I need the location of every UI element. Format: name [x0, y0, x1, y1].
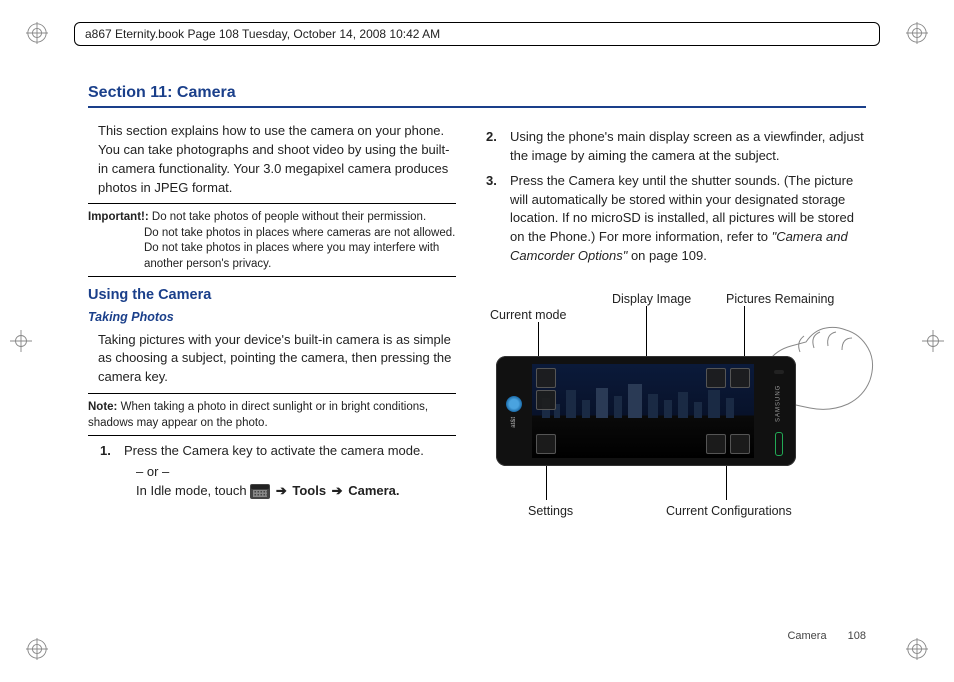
footer-section-label: Camera — [787, 630, 826, 642]
step-1-or: – or – — [136, 463, 456, 482]
hud-settings-icon — [536, 434, 556, 454]
crop-mark-icon — [26, 638, 48, 660]
intro-paragraph: This section explains how to use the cam… — [88, 122, 456, 197]
samsung-brand-text: SAMSUNG — [775, 384, 784, 421]
important-line-3: Do not take photos in places where you m… — [88, 241, 456, 272]
step-2-body: Using the phone's main display screen as… — [510, 128, 866, 166]
page-content: Section 11: Camera This section explains… — [88, 84, 866, 642]
step-number: 2. — [486, 128, 510, 166]
crop-mark-icon — [10, 330, 32, 352]
crop-mark-icon — [922, 330, 944, 352]
callout-settings: Settings — [528, 502, 573, 520]
important-block: Important!: Do not take photos of people… — [88, 210, 456, 272]
callout-display-image: Display Image — [612, 290, 691, 308]
taking-photos-body: Taking pictures with your device's built… — [88, 331, 456, 388]
hud-mode-icon — [536, 368, 556, 388]
skyline-graphic — [532, 388, 754, 418]
left-column: This section explains how to use the cam… — [88, 122, 456, 526]
note-body: When taking a photo in direct sunlight o… — [88, 401, 428, 429]
important-label: Important!: — [88, 211, 149, 223]
thin-divider — [88, 435, 456, 436]
home-button-icon — [775, 432, 783, 456]
important-line-2: Do not take photos in places where camer… — [88, 226, 456, 242]
hud-config-icon — [730, 434, 750, 454]
right-column: 2. Using the phone's main display screen… — [486, 122, 866, 526]
hud-shooting-mode-icon — [536, 390, 556, 410]
heading-using-camera: Using the Camera — [88, 285, 456, 306]
step-1-alt: In Idle mode, touch ➔ Tools ➔ Camera. — [136, 482, 456, 501]
callout-current-config: Current Configurations — [666, 502, 792, 520]
crop-mark-icon — [906, 638, 928, 660]
callout-line — [646, 306, 647, 362]
hud-config2-icon — [706, 434, 726, 454]
arrow-icon: ➔ — [274, 483, 289, 498]
section-title: Section 11: Camera — [88, 84, 866, 106]
arrow-icon: ➔ — [330, 483, 345, 498]
page-header-frame: a867 Eternity.book Page 108 Tuesday, Oct… — [74, 22, 880, 46]
hud-counter-icon — [730, 368, 750, 388]
phone-right-strip: SAMSUNG — [766, 366, 792, 456]
phone-device: at&t — [496, 356, 796, 466]
section-divider — [88, 106, 866, 108]
att-brand-text: at&t — [510, 417, 519, 428]
heading-taking-photos: Taking Photos — [88, 308, 456, 326]
callout-current-mode: Current mode — [490, 306, 566, 324]
step-1-tools: Tools — [292, 483, 326, 498]
phone-left-strip: at&t — [502, 366, 526, 456]
step-3-text-b: on page 109. — [631, 248, 707, 263]
crop-mark-icon — [906, 22, 928, 44]
crop-mark-icon — [26, 22, 48, 44]
step-1: 1. Press the Camera key to activate the … — [100, 442, 456, 461]
step-number: 1. — [100, 442, 124, 461]
page-header-text: a867 Eternity.book Page 108 Tuesday, Oct… — [85, 27, 440, 41]
page-footer: Camera 108 — [787, 630, 866, 642]
step-2: 2. Using the phone's main display screen… — [486, 128, 866, 166]
step-1-body: Press the Camera key to activate the cam… — [124, 442, 456, 461]
note-block: Note: When taking a photo in direct sunl… — [88, 400, 456, 431]
thin-divider — [88, 203, 456, 204]
menu-grid-icon — [250, 484, 270, 499]
footer-page-number: 108 — [848, 630, 866, 642]
step-3: 3. Press the Camera key until the shutte… — [486, 172, 866, 266]
step-1-camera: Camera. — [348, 483, 399, 498]
step-1-alt-pre: In Idle mode, touch — [136, 483, 250, 498]
camera-diagram: Current mode Display Image Pictures Rema… — [486, 276, 866, 526]
thin-divider — [88, 393, 456, 394]
hud-resolution-icon — [706, 368, 726, 388]
step-3-body: Press the Camera key until the shutter s… — [510, 172, 866, 266]
phone-screen — [532, 364, 754, 458]
note-label: Note: — [88, 401, 117, 413]
thin-divider — [88, 276, 456, 277]
att-logo-icon — [506, 396, 522, 412]
step-number: 3. — [486, 172, 510, 266]
callout-pictures-remaining: Pictures Remaining — [726, 290, 834, 308]
earpiece-icon — [774, 370, 784, 374]
important-line-1: Do not take photos of people without the… — [152, 211, 426, 223]
